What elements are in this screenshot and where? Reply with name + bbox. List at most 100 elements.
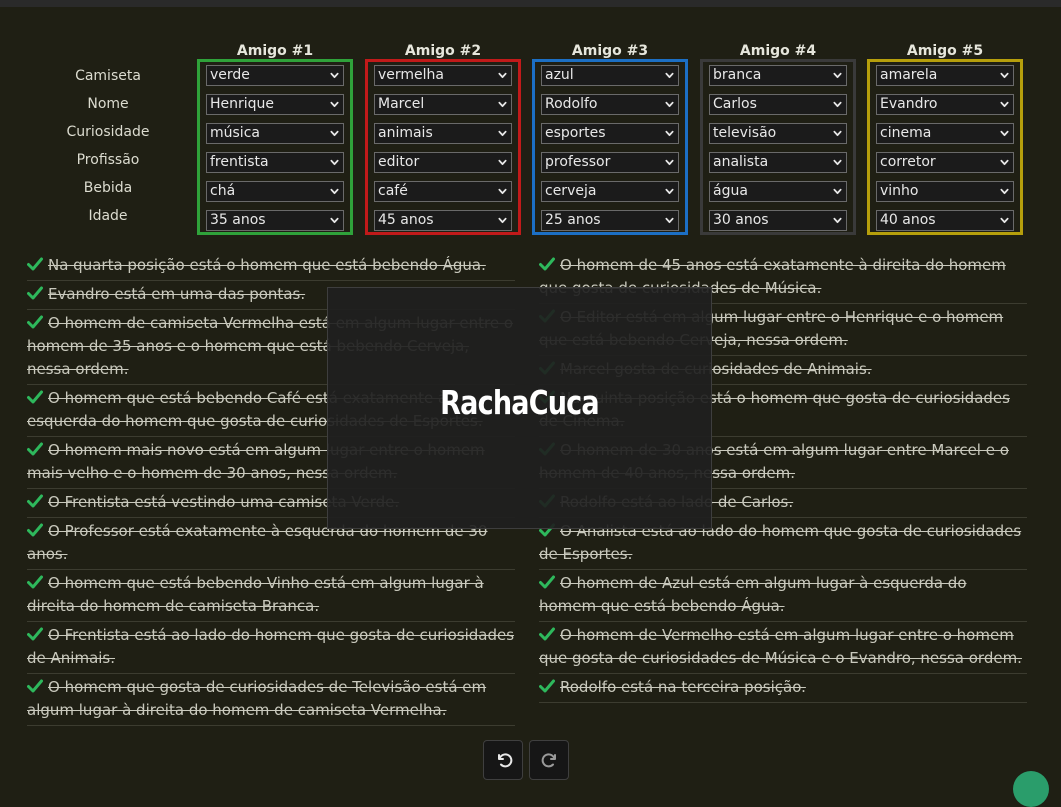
chevron-down-icon (833, 130, 842, 137)
column-title: Amigo #3 (571, 43, 649, 59)
select-camiseta[interactable]: vermelha (374, 65, 512, 86)
select-camiseta[interactable]: amarela (876, 65, 1014, 86)
clue-text: Na quarta posição está o homem que está … (48, 256, 486, 274)
select-value: chá (210, 183, 236, 199)
select-value: esportes (545, 125, 606, 141)
chevron-down-icon (1000, 217, 1009, 224)
chevron-down-icon (1000, 130, 1009, 137)
check-icon (27, 494, 43, 508)
select-bebida[interactable]: chá (206, 181, 344, 202)
check-icon (27, 575, 43, 589)
chevron-down-icon (498, 217, 507, 224)
chevron-down-icon (498, 130, 507, 137)
help-bubble[interactable] (1013, 771, 1049, 807)
select-idade[interactable]: 40 anos (876, 210, 1014, 231)
check-icon (27, 627, 43, 641)
check-icon (27, 390, 43, 404)
select-value: café (378, 183, 408, 199)
chevron-down-icon (1000, 188, 1009, 195)
redo-button[interactable] (529, 740, 569, 780)
chevron-down-icon (833, 159, 842, 166)
select-profissão[interactable]: corretor (876, 152, 1014, 173)
select-value: 40 anos (880, 212, 936, 228)
select-value: frentista (210, 154, 269, 170)
clue-item[interactable]: Na quarta posição está o homem que está … (27, 252, 515, 281)
select-bebida[interactable]: água (709, 181, 847, 202)
select-profissão[interactable]: analista (709, 152, 847, 173)
select-value: Evandro (880, 96, 938, 112)
select-curiosidade[interactable]: música (206, 123, 344, 144)
select-idade[interactable]: 45 anos (374, 210, 512, 231)
clue-item[interactable]: Rodolfo está na terceira posição. (539, 674, 1027, 703)
chevron-down-icon (1000, 159, 1009, 166)
row-label: Bebida (83, 180, 133, 196)
select-value: vinho (880, 183, 919, 199)
select-camiseta[interactable]: verde (206, 65, 344, 86)
undo-button[interactable] (483, 740, 523, 780)
select-idade[interactable]: 30 anos (709, 210, 847, 231)
select-value: Carlos (713, 96, 757, 112)
select-curiosidade[interactable]: esportes (541, 123, 679, 144)
check-icon (539, 257, 555, 271)
select-camiseta[interactable]: branca (709, 65, 847, 86)
select-bebida[interactable]: vinho (876, 181, 1014, 202)
select-bebida[interactable]: café (374, 181, 512, 202)
clue-item[interactable]: O Frentista está ao lado do homem que go… (27, 622, 515, 674)
chevron-down-icon (330, 72, 339, 79)
select-idade[interactable]: 25 anos (541, 210, 679, 231)
select-value: televisão (713, 125, 777, 141)
select-nome[interactable]: Carlos (709, 94, 847, 115)
chevron-down-icon (833, 188, 842, 195)
chevron-down-icon (330, 188, 339, 195)
chevron-down-icon (1000, 72, 1009, 79)
chevron-down-icon (330, 159, 339, 166)
clue-item[interactable]: O homem que gosta de curiosidades de Tel… (27, 674, 515, 726)
column-title: Amigo #4 (739, 43, 817, 59)
row-label: Profissão (76, 152, 140, 168)
logo-overlay: RachaCuca (327, 287, 712, 529)
clue-item[interactable]: O homem de Azul está em algum lugar à es… (539, 570, 1027, 622)
select-camiseta[interactable]: azul (541, 65, 679, 86)
clue-text: Evandro está em uma das pontas. (48, 285, 306, 303)
chevron-down-icon (665, 188, 674, 195)
chevron-down-icon (665, 217, 674, 224)
select-profissão[interactable]: professor (541, 152, 679, 173)
select-value: amarela (880, 67, 938, 83)
chevron-down-icon (665, 72, 674, 79)
row-label: Camiseta (75, 68, 141, 84)
chevron-down-icon (330, 101, 339, 108)
chevron-down-icon (498, 101, 507, 108)
chevron-down-icon (665, 159, 674, 166)
select-value: 35 anos (210, 212, 266, 228)
check-icon (27, 315, 43, 329)
select-nome[interactable]: Henrique (206, 94, 344, 115)
select-curiosidade[interactable]: televisão (709, 123, 847, 144)
chevron-down-icon (498, 159, 507, 166)
row-labels: Camiseta Nome Curiosidade Profissão Bebida Id… (60, 62, 156, 230)
select-value: cinema (880, 125, 932, 141)
check-icon (27, 679, 43, 693)
chevron-down-icon (833, 72, 842, 79)
friend-column-4: Amigo #4 branca Carlos televisão analista águ… (700, 43, 856, 235)
friend-column-3: Amigo #3 azul Rodolfo esportes professor cerv… (532, 43, 688, 235)
select-nome[interactable]: Marcel (374, 94, 512, 115)
select-value: verde (210, 67, 250, 83)
select-profissão[interactable]: frentista (206, 152, 344, 173)
select-bebida[interactable]: cerveja (541, 181, 679, 202)
select-curiosidade[interactable]: cinema (876, 123, 1014, 144)
column-title: Amigo #1 (236, 43, 314, 59)
clue-item[interactable]: O homem de Vermelho está em algum lugar … (539, 622, 1027, 674)
select-nome[interactable]: Evandro (876, 94, 1014, 115)
select-idade[interactable]: 35 anos (206, 210, 344, 231)
clue-text: O homem que está bebendo Vinho está em a… (27, 574, 484, 615)
select-curiosidade[interactable]: animais (374, 123, 512, 144)
select-profissão[interactable]: editor (374, 152, 512, 173)
select-nome[interactable]: Rodolfo (541, 94, 679, 115)
check-icon (539, 575, 555, 589)
chevron-down-icon (1000, 101, 1009, 108)
chevron-down-icon (833, 217, 842, 224)
clue-item[interactable]: O homem que está bebendo Vinho está em a… (27, 570, 515, 622)
check-icon (27, 442, 43, 456)
clue-text: Rodolfo está na terceira posição. (560, 678, 806, 696)
top-bar (0, 0, 1061, 7)
